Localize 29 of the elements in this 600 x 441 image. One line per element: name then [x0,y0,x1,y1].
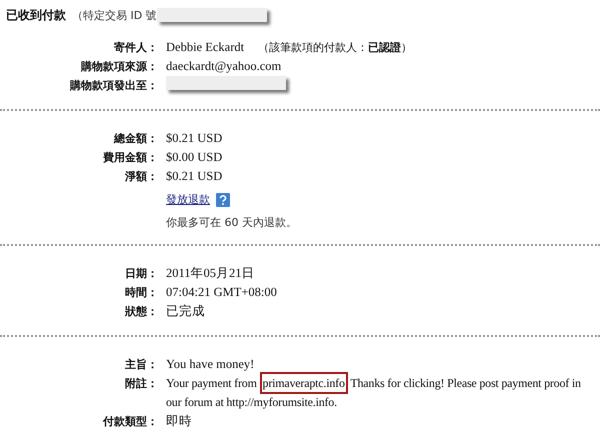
field-value: $0.21 USD [166,130,224,147]
field-value: You have money! [166,356,256,373]
field-value: $0.21 USD [166,168,224,185]
field-label: 淨額： [125,169,158,185]
field-value: daeckardt@yahoo.com [166,58,282,75]
field-label: 主旨： [125,357,158,373]
field-value: 2011年05月21日 [166,265,256,282]
transaction-id-label: （特定交易 ID 號 [72,8,157,22]
field-label: 購物款項來源： [81,59,158,75]
field-label: 狀態： [125,304,158,320]
verification-status: （該筆款項的付款人：已認證） [258,40,412,56]
field-value: 07:04:21 GMT+08:00 [166,284,278,301]
field-label: 時間： [125,285,158,301]
field-label: 費用金額： [103,150,158,166]
field-value: 即時 [166,413,193,430]
field-label: 付款類型： [103,414,158,430]
note-text: Your payment from primaveraptc.info Thanks for clicking! Please post payment proof in our forum at http://myforumsite.info. [166,374,600,412]
field-label: 附註： [125,376,158,392]
field-value: 已完成 [166,303,206,320]
field-label: 購物款項發出至： [70,78,158,94]
page-title: 已收到付款 [6,6,66,24]
field-value: Debbie Eckardt [166,39,244,56]
field-label: 日期： [125,266,158,282]
field-value: $0.00 USD [166,149,224,166]
refund-link[interactable]: 發放退款 [166,192,210,207]
refund-note: 你最多可在 60 天內退款。 [165,215,298,230]
field-label: 寄件人： [114,40,158,56]
help-icon[interactable] [216,192,230,206]
field-label: 總金額： [114,131,158,147]
